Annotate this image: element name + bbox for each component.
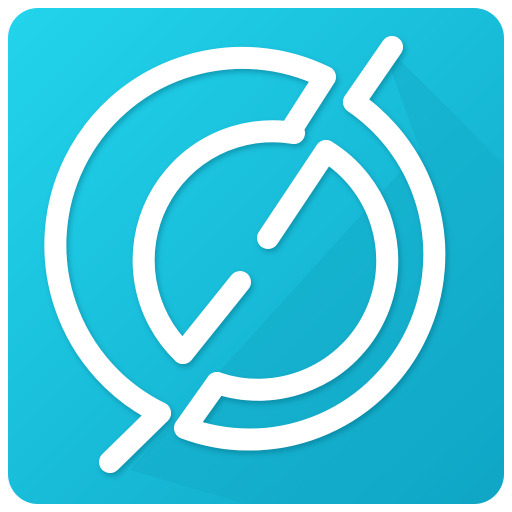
app-icon-graphic bbox=[8, 8, 504, 504]
app-icon bbox=[0, 0, 512, 512]
